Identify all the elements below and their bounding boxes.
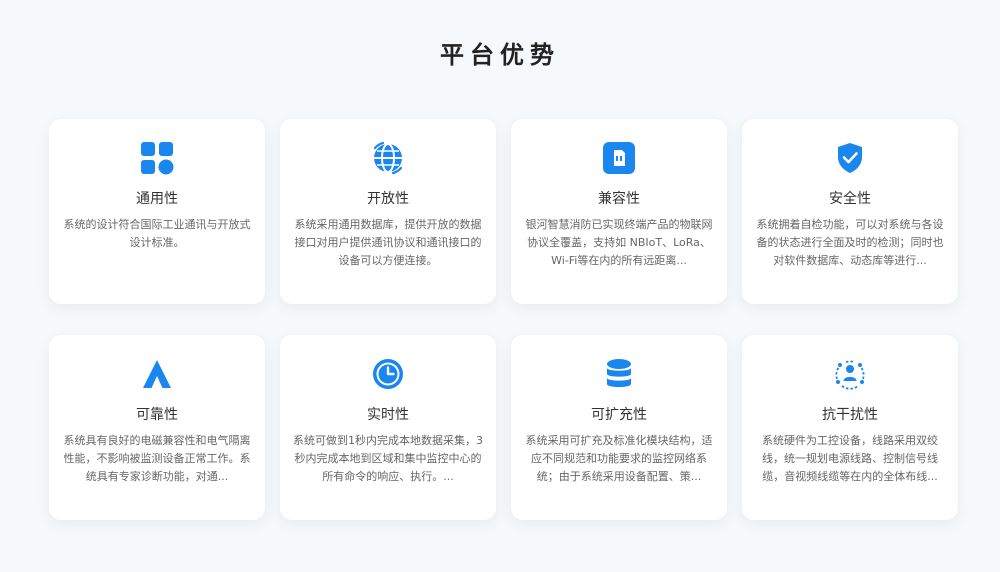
advantage-card-universality: 通用性 系统的设计符合国际工业通讯与开放式设计标准。 <box>49 119 265 304</box>
advantage-card-security: 安全性 系统拥着自检功能，可以对系统与各设备的状态进行全面及时的检测；同时也对软… <box>742 119 958 304</box>
card-description: 系统拥着自检功能，可以对系统与各设备的状态进行全面及时的检测；同时也对软件数据库… <box>756 218 944 267</box>
sim-card-icon <box>603 142 635 174</box>
advantage-card-anti-interference: 抗干扰性 系统硬件为工控设备，线路采用双绞线，统一规划电源线路、控制信号线缆，音… <box>742 335 958 520</box>
advantage-card-reliability: 可靠性 系统具有良好的电磁兼容性和电气隔离性能，不影响被监测设备正常工作。系统具… <box>49 335 265 520</box>
advantage-card-openness: 开放性 系统采用通用数据库，提供开放的数据接口对用户提供通讯协议和通讯接口的设备… <box>280 119 496 304</box>
card-title: 兼容性 <box>598 191 640 207</box>
card-description: 系统的设计符合国际工业通讯与开放式设计标准。 <box>63 218 251 249</box>
advantage-card-scalability: 可扩充性 系统采用可扩充及标准化模块结构，适应不同规范和功能要求的监控网络系统；… <box>511 335 727 520</box>
card-description: 系统采用通用数据库，提供开放的数据接口对用户提供通讯协议和通讯接口的设备可以方便… <box>294 218 482 267</box>
grid-apps-icon <box>141 142 174 175</box>
card-title: 通用性 <box>136 191 178 207</box>
card-title: 可靠性 <box>136 407 178 423</box>
page-title: 平台优势 <box>440 41 560 69</box>
card-title: 可扩充性 <box>591 407 647 423</box>
card-title: 实时性 <box>367 407 409 423</box>
shield-check-icon <box>838 143 862 173</box>
clock-icon <box>373 359 403 389</box>
card-title: 开放性 <box>367 191 409 207</box>
card-title: 抗干扰性 <box>822 407 878 423</box>
advantage-card-compatibility: 兼容性 银河智慧消防已实现终端产品的物联网协议全覆盖，支持如 NBIoT、LoR… <box>511 119 727 304</box>
card-description: 系统可做到1秒内完成本地数据采集，3秒内完成本地到区域和集中监控中心的所有命令的… <box>293 434 483 483</box>
card-description: 系统硬件为工控设备，线路采用双绞线，统一规划电源线路、控制信号线缆，音视频线缆等… <box>762 434 938 483</box>
user-network-icon <box>835 360 865 390</box>
globe-icon <box>373 141 403 175</box>
database-icon <box>607 359 631 387</box>
card-description: 系统采用可扩充及标准化模块结构，适应不同规范和功能要求的监控网络系统；由于系统采… <box>525 434 713 483</box>
advantage-card-realtime: 实时性 系统可做到1秒内完成本地数据采集，3秒内完成本地到区域和集中监控中心的所… <box>280 335 496 520</box>
card-description: 系统具有良好的电磁兼容性和电气隔离性能，不影响被监测设备正常工作。系统具有专家诊… <box>63 434 251 483</box>
advantages-grid: 通用性 系统的设计符合国际工业通讯与开放式设计标准。 开放性 系统采用通用数据库… <box>49 119 959 520</box>
triangle-icon <box>143 360 171 388</box>
card-description: 银河智慧消防已实现终端产品的物联网协议全覆盖，支持如 NBIoT、LoRa、Wi… <box>525 218 713 267</box>
card-title: 安全性 <box>829 191 871 207</box>
